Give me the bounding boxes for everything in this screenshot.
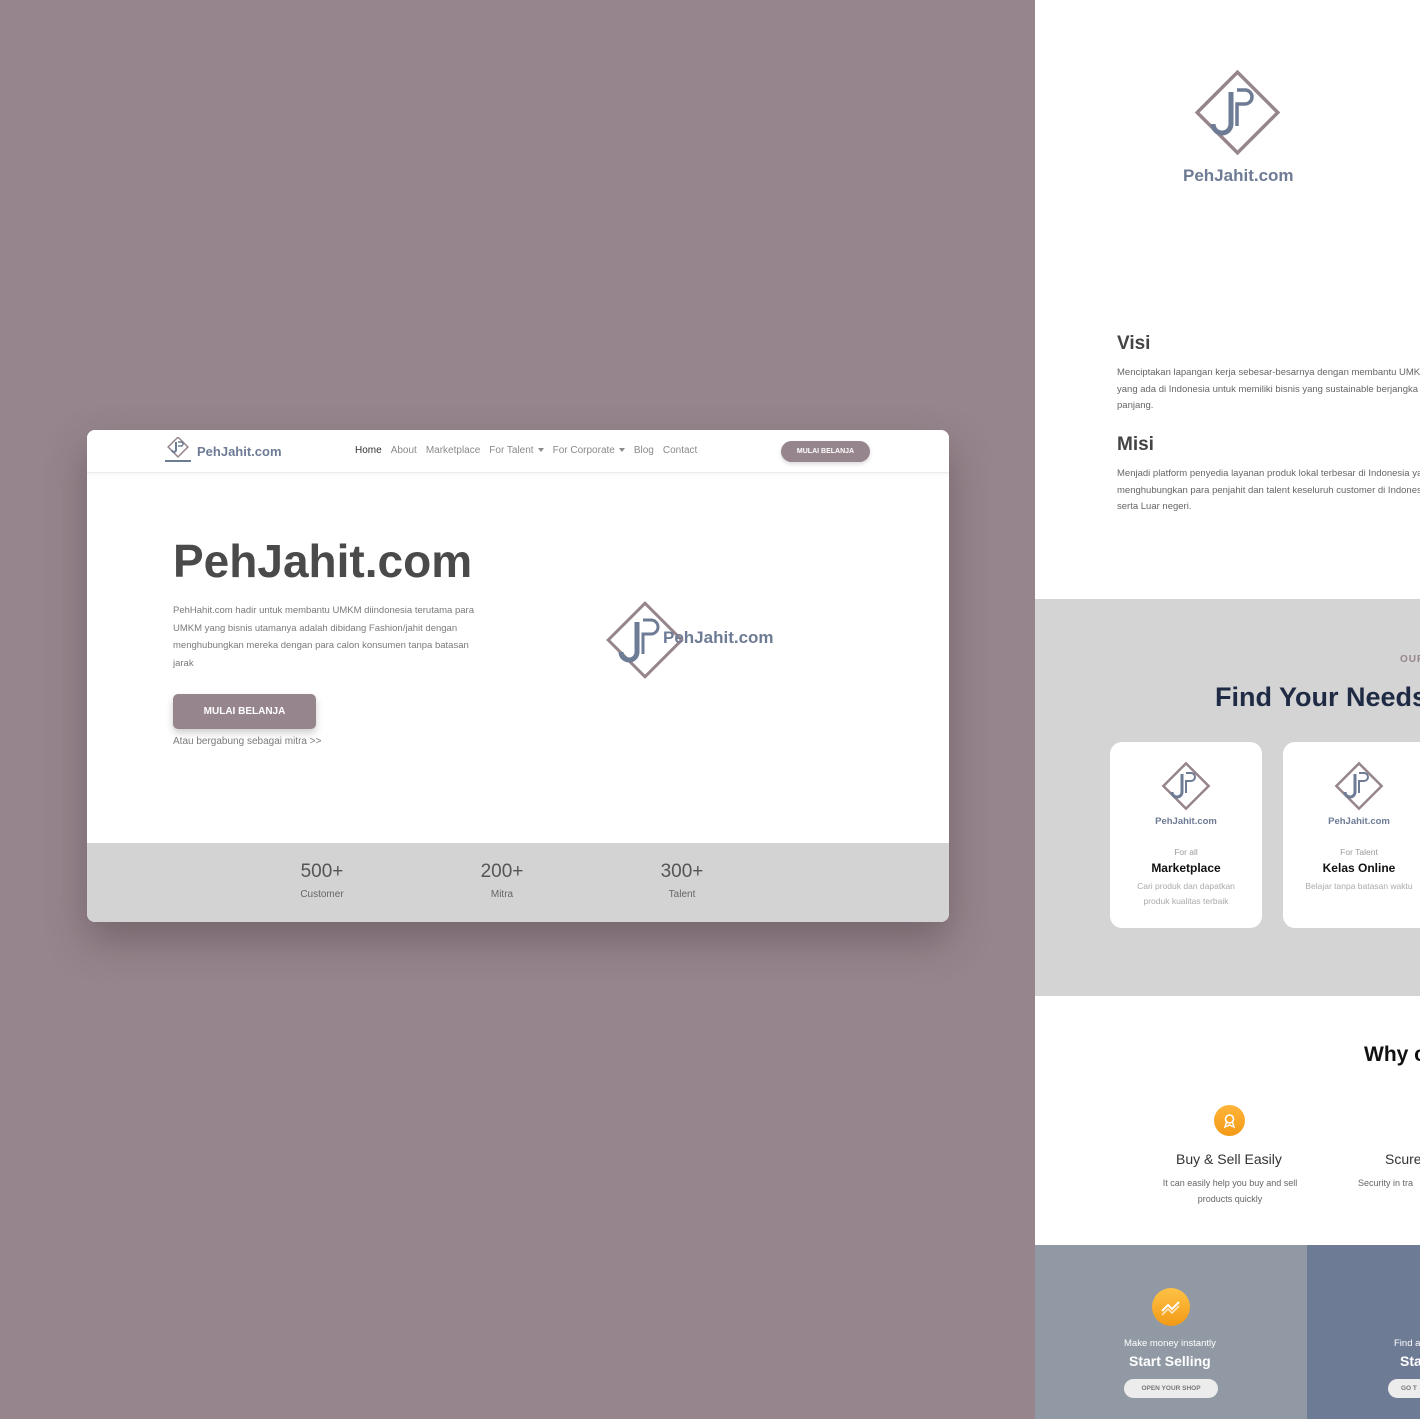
- nav-item-for-corporate-label: For Corporate: [552, 445, 615, 456]
- card-subtitle: For Talent: [1340, 847, 1378, 857]
- logo-text: PehJahit.com: [1183, 166, 1294, 185]
- stat-customer: 500+ Customer: [277, 861, 367, 900]
- marketplace-card[interactable]: PehJahit.com For all Marketplace Cari pr…: [1110, 742, 1262, 928]
- feature-description: It can easily help you buy and sell prod…: [1162, 1178, 1298, 1204]
- cta-heading: Sta: [1400, 1353, 1420, 1369]
- stat-label: Talent: [668, 889, 696, 900]
- nav-item-for-talent-label: For Talent: [489, 445, 534, 456]
- open-shop-button[interactable]: OPEN YOUR SHOP: [1124, 1379, 1218, 1398]
- sell-tagline: Make money instantly: [1124, 1338, 1216, 1349]
- navbar: PehJahit.com Home About Marketplace For …: [87, 430, 949, 473]
- nav-item-about[interactable]: About: [391, 445, 417, 456]
- card-title: Marketplace: [1151, 861, 1221, 875]
- card-description: Cari produk dan dapatkan produk kualitas…: [1137, 881, 1235, 906]
- go-button[interactable]: GO T: [1388, 1379, 1420, 1398]
- why-heading: Why c: [1364, 1043, 1420, 1066]
- misi-text: Menjadi platform penyedia layanan produk…: [1117, 468, 1420, 512]
- stat-label: Mitra: [490, 889, 514, 900]
- kelas-online-card[interactable]: PehJahit.com For Talent Kelas Online Bel…: [1283, 742, 1420, 928]
- stat-label: Customer: [300, 889, 344, 900]
- nav-item-contact[interactable]: Contact: [663, 445, 697, 456]
- brand-logo-icon[interactable]: [165, 437, 195, 465]
- stat-value: 300+: [660, 861, 704, 882]
- trending-icon: [1152, 1288, 1190, 1326]
- visi-text: Menciptakan lapangan kerja sebesar-besar…: [1117, 367, 1420, 411]
- feature-description: Security in tra: [1358, 1178, 1414, 1188]
- page-preview-strip: PehJahit.com Visi Menciptakan lapangan k…: [1035, 0, 1420, 1419]
- find-needs-heading: Find Your Needs: [1215, 682, 1420, 712]
- hero-logo-text: PehJahit.com: [663, 628, 774, 647]
- stat-value: 500+: [300, 861, 344, 882]
- find-needs-section: OUR Find Your Needs PehJahit.com For all…: [1035, 599, 1420, 996]
- nav-mulai-belanja-button[interactable]: MULAI BELANJA: [781, 441, 870, 462]
- nav-item-home[interactable]: Home: [355, 445, 382, 456]
- misi-heading: Misi: [1117, 434, 1154, 455]
- hero-mulai-belanja-button[interactable]: MULAI BELANJA: [173, 694, 316, 729]
- nav-menu: Home About Marketplace For Talent For Co…: [355, 445, 697, 456]
- award-icon: [1214, 1105, 1245, 1136]
- feature-title: Scure: [1385, 1151, 1420, 1167]
- nav-item-for-corporate[interactable]: For Corporate: [553, 445, 625, 456]
- nav-brand-text[interactable]: PehJahit.com: [197, 444, 282, 459]
- second-cta-panel: Find a Sta GO T: [1307, 1245, 1420, 1419]
- card-title: Kelas Online: [1322, 861, 1396, 875]
- card-brand: PehJahit.com: [1155, 816, 1217, 827]
- card-description: Belajar tanpa batasan waktu: [1305, 881, 1413, 891]
- stats-band: 500+ Customer 200+ Mitra 300+ Talent: [87, 843, 949, 922]
- section-eyebrow: OUR: [1400, 654, 1420, 665]
- card-brand: PehJahit.com: [1328, 816, 1390, 827]
- nav-item-marketplace[interactable]: Marketplace: [426, 445, 480, 456]
- chevron-down-icon: [537, 448, 544, 453]
- cta-tagline: Find a: [1394, 1338, 1420, 1349]
- nav-item-blog[interactable]: Blog: [634, 445, 654, 456]
- brand-logo-icon: [1334, 761, 1384, 811]
- start-selling-panel: Make money instantly Start Selling OPEN …: [1035, 1245, 1307, 1419]
- brand-logo-icon: [1194, 69, 1281, 156]
- chevron-down-icon: [618, 448, 625, 453]
- stat-value: 200+: [480, 861, 524, 882]
- feature-title: Buy & Sell Easily: [1176, 1151, 1282, 1167]
- website-mockup: PehJahit.com Home About Marketplace For …: [87, 430, 949, 922]
- nav-item-for-talent[interactable]: For Talent: [489, 445, 544, 456]
- stat-mitra: 200+ Mitra: [457, 861, 547, 900]
- stat-talent: 300+ Talent: [637, 861, 727, 900]
- hero-description: PehHahit.com hadir untuk membantu UMKM d…: [173, 605, 474, 669]
- card-subtitle: For all: [1174, 847, 1198, 857]
- hero-title: PehJahit.com: [173, 535, 473, 587]
- join-partner-link[interactable]: Atau bergabung sebagai mitra >>: [173, 736, 321, 747]
- sell-heading: Start Selling: [1129, 1353, 1211, 1369]
- brand-logo-icon: [1161, 761, 1211, 811]
- visi-heading: Visi: [1117, 333, 1151, 354]
